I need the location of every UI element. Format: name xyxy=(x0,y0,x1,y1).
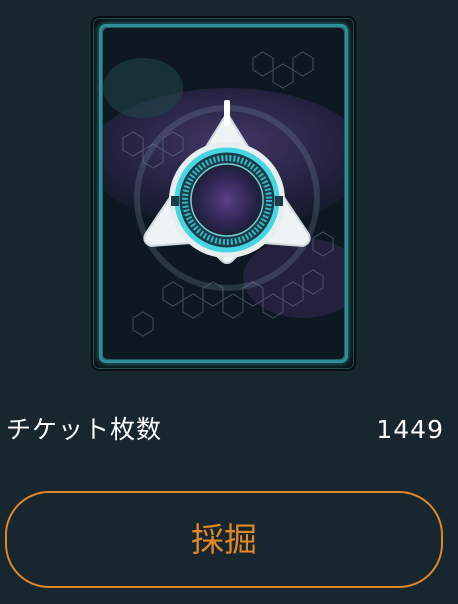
ticket-count-row: チケット枚数 1449 xyxy=(6,412,444,448)
card-artwork xyxy=(103,28,344,359)
triangular-reactor-emblem-icon xyxy=(103,28,344,359)
ticket-count-value: 1449 xyxy=(376,415,444,444)
ticket-count-label: チケット枚数 xyxy=(6,415,163,444)
mining-screen: チケット枚数 1449 採掘 xyxy=(0,0,458,604)
mine-button[interactable]: 採掘 xyxy=(5,491,443,588)
card-frame xyxy=(91,16,356,371)
